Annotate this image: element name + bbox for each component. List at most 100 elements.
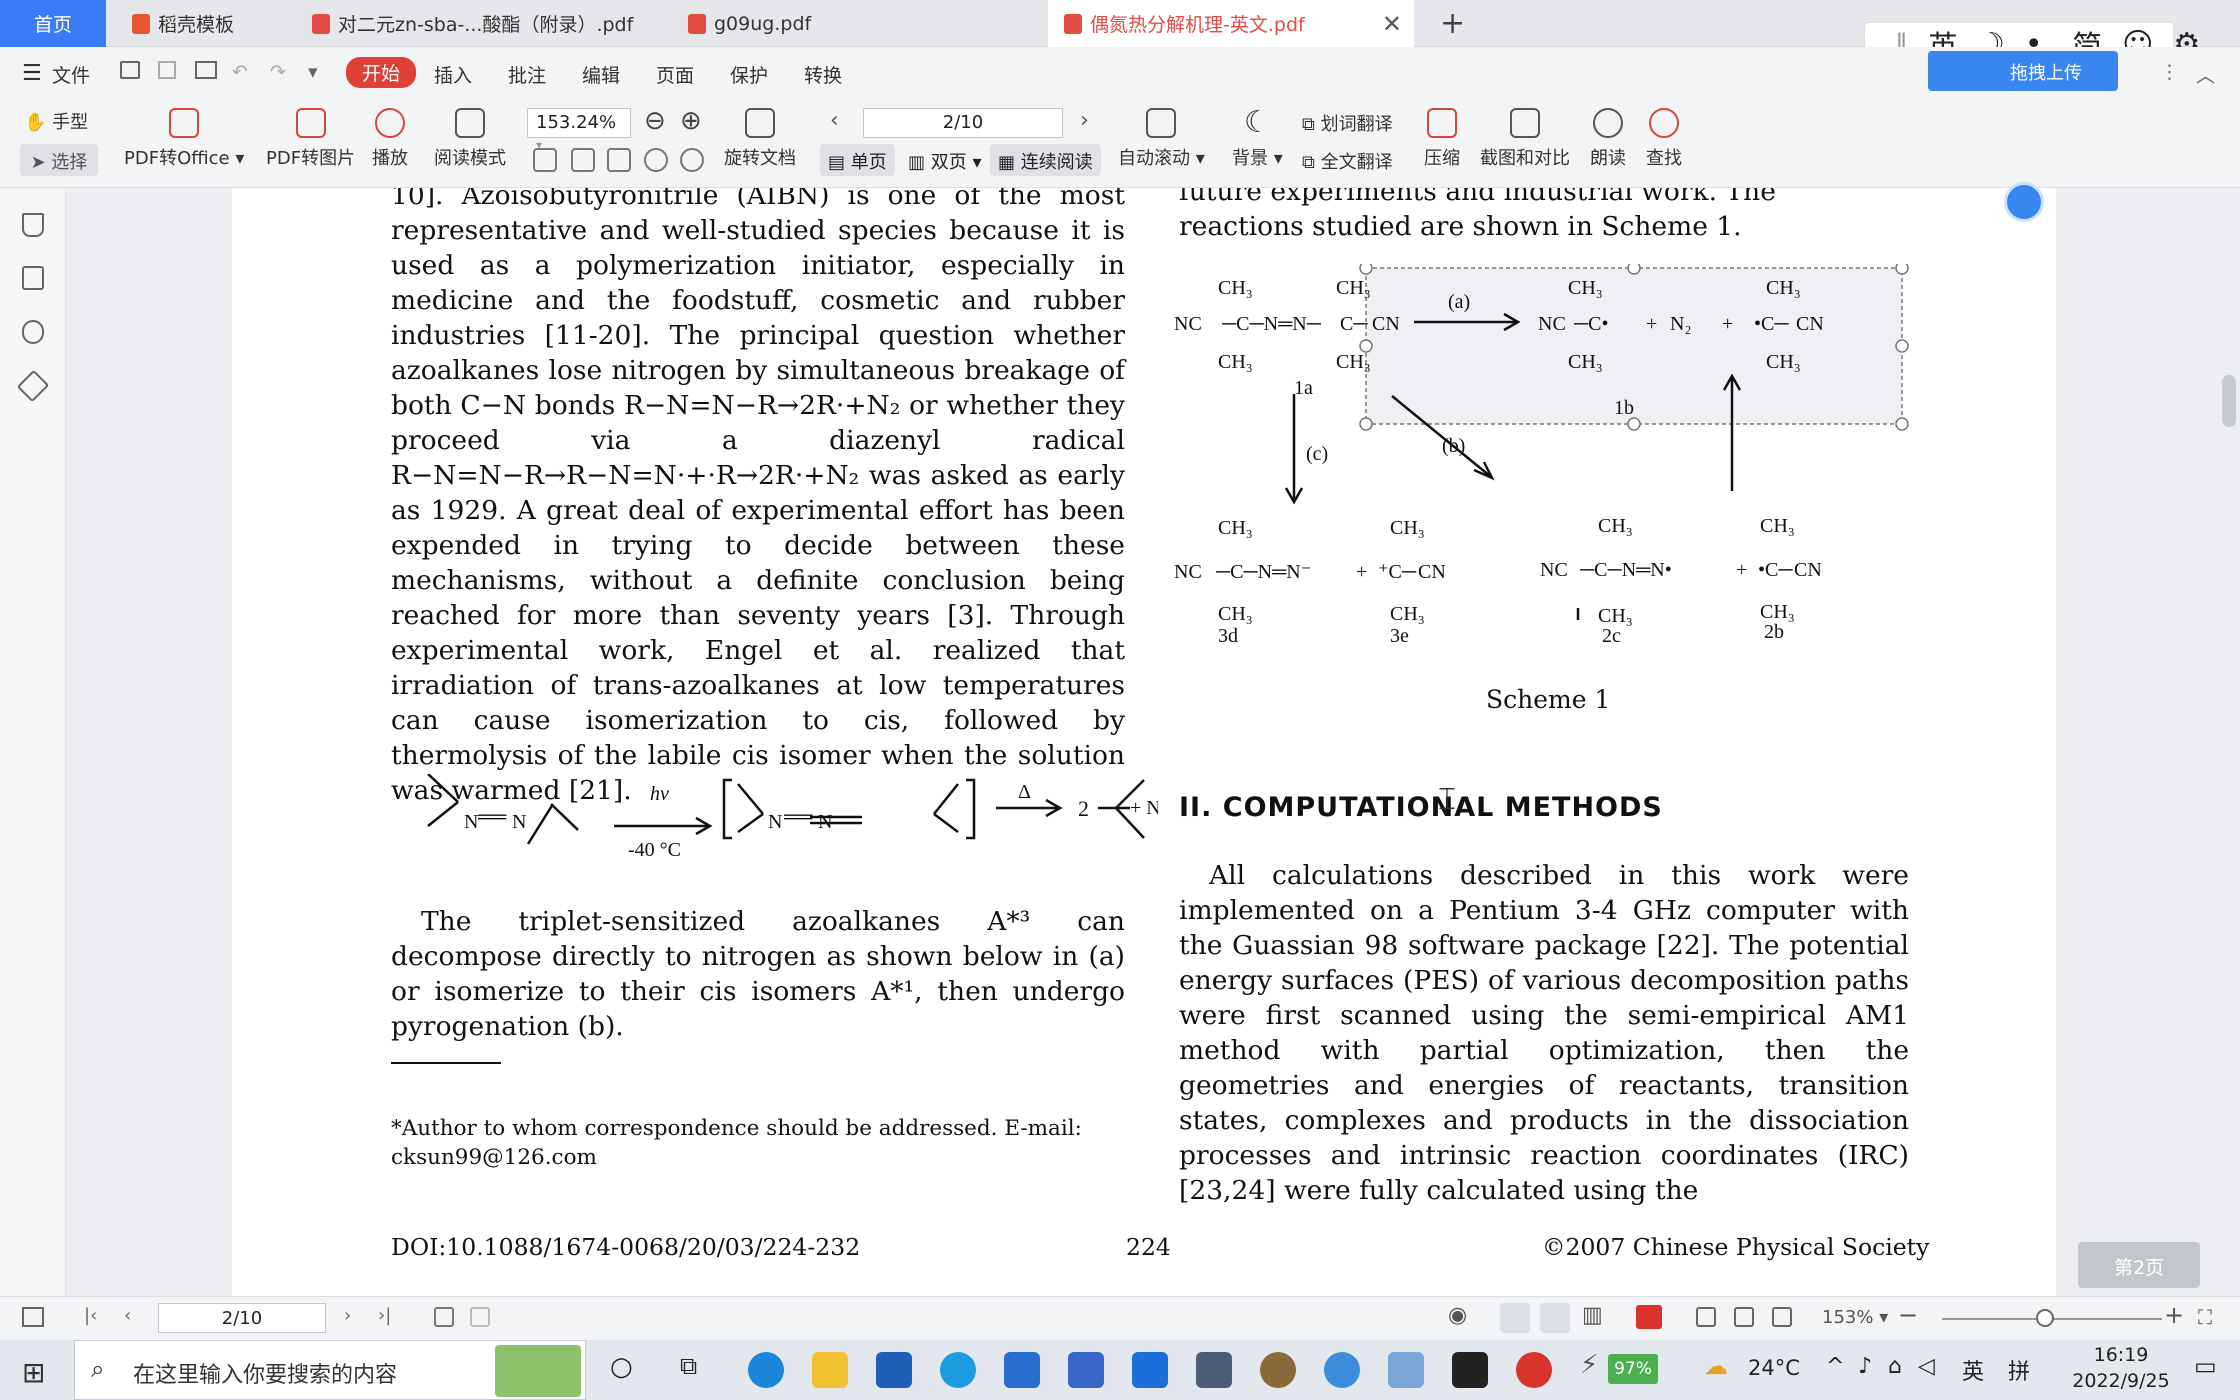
notification-icon[interactable]: ▭ [2194, 1352, 2217, 1380]
menu-start[interactable]: 开始 [346, 57, 417, 88]
selection-handle[interactable] [1895, 417, 1909, 431]
app-icon[interactable] [1068, 1352, 1104, 1388]
fit-width-icon[interactable] [533, 148, 557, 172]
double-page-toggle[interactable]: ▥ 双页 ▾ [900, 144, 990, 176]
single-page-toggle[interactable]: ▤ 单页 [820, 144, 895, 176]
menu-file[interactable]: 文件 [52, 61, 90, 88]
read-aloud-button[interactable]: 朗读 [1590, 108, 1626, 170]
status-page-input[interactable]: 2/10 [158, 1303, 326, 1333]
continuous-read-toggle[interactable]: ▦ 连续阅读 [990, 144, 1101, 176]
next-page-icon[interactable]: › [344, 1305, 351, 1326]
cortana-icon[interactable]: ○ [610, 1352, 633, 1382]
selection-handle[interactable] [1359, 417, 1373, 431]
background-button[interactable]: ☾ 背景 ▾ [1232, 108, 1283, 170]
rotate-doc-button[interactable]: 旋转文档 [724, 108, 796, 170]
file-explorer-icon[interactable] [812, 1352, 848, 1388]
selection-handle[interactable] [1627, 417, 1641, 431]
full-translate-button[interactable]: ⧉ 全文翻译 [1302, 148, 1393, 174]
last-page-icon[interactable]: ›| [378, 1305, 391, 1326]
fit-width-icon[interactable] [1696, 1307, 1716, 1327]
thumbnail-icon[interactable] [22, 266, 44, 290]
shield-icon[interactable] [1452, 1352, 1488, 1388]
ime-pinyin[interactable]: 拼 [2008, 1354, 2030, 1386]
read-mode-button[interactable]: 阅读模式 [434, 108, 506, 170]
save-icon[interactable] [158, 61, 176, 79]
redo-icon[interactable]: ↷ [270, 61, 286, 83]
windows-start-icon[interactable]: ⊞ [22, 1356, 45, 1389]
task-view-icon[interactable]: ⧉ [680, 1352, 697, 1380]
weather-icon[interactable]: ☁ [1704, 1352, 1728, 1380]
app-icon[interactable] [1260, 1352, 1296, 1388]
selection-handle[interactable] [1895, 264, 1909, 275]
play-slide-icon[interactable] [1636, 1305, 1662, 1329]
actual-size-icon[interactable] [1772, 1307, 1792, 1327]
microphone-icon[interactable]: ♪ [1858, 1354, 1872, 1379]
collapse-icon[interactable]: ︿ [2196, 61, 2215, 88]
prev-page-icon[interactable]: ‹ [124, 1305, 131, 1326]
edge-icon[interactable] [748, 1352, 784, 1388]
menu-convert[interactable]: 转换 [804, 61, 842, 88]
status-zoom[interactable]: 153% ▾ [1822, 1307, 1888, 1328]
first-page-icon[interactable]: |‹ [84, 1305, 97, 1326]
next-page-icon[interactable]: › [1080, 108, 1089, 133]
wps-icon[interactable] [1132, 1352, 1168, 1388]
undo-icon[interactable]: ↶ [232, 61, 248, 83]
ime-language[interactable]: 英 [1962, 1354, 1984, 1386]
app-icon[interactable] [1324, 1352, 1360, 1388]
menu-annotate[interactable]: 批注 [508, 61, 546, 88]
fit-page-icon[interactable] [571, 148, 595, 172]
network-icon[interactable]: ⌂ [1888, 1354, 1902, 1379]
screenshot-compare-button[interactable]: 截图和对比 [1480, 108, 1570, 170]
word-translate-button[interactable]: ⧉ 划词翻译 [1302, 110, 1393, 136]
single-view-icon[interactable] [1500, 1303, 1530, 1333]
bookmark-icon[interactable] [22, 213, 44, 237]
zoom-slider-thumb[interactable] [2036, 1309, 2054, 1327]
tab-templates[interactable]: 稻壳模板 [116, 0, 286, 47]
select-tool[interactable]: ➤ 选择 [20, 144, 98, 176]
rotate-left-icon[interactable] [644, 148, 668, 172]
mail-icon[interactable] [1004, 1352, 1040, 1388]
chevron-up-icon[interactable]: ^ [1826, 1354, 1844, 1379]
sidebar-toggle-icon[interactable] [22, 1307, 44, 1327]
power-icon[interactable]: ⚡ [1580, 1350, 1598, 1380]
menu-insert[interactable]: 插入 [434, 61, 472, 88]
app-icon[interactable] [1388, 1352, 1424, 1388]
attachment-icon[interactable] [22, 320, 44, 344]
taskbar-search[interactable]: ⌕ 在这里输入你要搜索的内容 [74, 1340, 586, 1400]
forward-icon[interactable] [470, 1307, 490, 1327]
hamburger-icon[interactable]: ☰ [22, 61, 42, 86]
menu-protect[interactable]: 保护 [730, 61, 768, 88]
clock-time[interactable]: 16:19 [2080, 1344, 2162, 1366]
close-tab-icon[interactable]: ✕ [1382, 10, 1402, 38]
battery-indicator[interactable]: 97% [1608, 1354, 1658, 1384]
eye-icon[interactable]: ◉ [1448, 1303, 1467, 1328]
volume-icon[interactable]: ◁ [1918, 1354, 1935, 1379]
pdf-to-office-button[interactable]: PDF转Office ▾ [124, 108, 244, 170]
open-folder-icon[interactable] [120, 61, 140, 79]
zoom-out-icon[interactable]: − [1898, 1301, 1918, 1329]
rotate-right-icon[interactable] [680, 148, 704, 172]
selection-handle[interactable] [1359, 264, 1373, 275]
zoom-in-icon[interactable]: ⊕ [680, 106, 702, 136]
zoom-in-icon[interactable]: + [2164, 1301, 2184, 1329]
menu-page[interactable]: 页面 [656, 61, 694, 88]
compress-button[interactable]: 压缩 [1424, 108, 1460, 170]
temperature[interactable]: 24°C [1748, 1356, 1800, 1380]
back-icon[interactable] [434, 1307, 454, 1327]
pdf-to-image-button[interactable]: PDF转图片 [266, 108, 355, 170]
wps-pdf-icon[interactable] [1516, 1352, 1552, 1388]
ai-assistant-icon[interactable] [2004, 182, 2044, 222]
print-icon[interactable] [195, 61, 217, 79]
zoom-select[interactable]: 153.24% ▾ [527, 108, 631, 152]
selection-handle[interactable] [1895, 339, 1909, 353]
app-icon[interactable] [1196, 1352, 1232, 1388]
continuous-view-icon[interactable] [1540, 1303, 1570, 1333]
new-tab-button[interactable]: + [1440, 6, 1465, 41]
scrollbar-thumb[interactable] [2222, 375, 2236, 427]
tab-pdf-1[interactable]: 对二元zn-sba-...酸酯（附录）.pdf [296, 0, 662, 47]
fit-page-icon[interactable] [1734, 1307, 1754, 1327]
tab-pdf-2[interactable]: g09ug.pdf [672, 0, 1038, 47]
hand-tool[interactable]: ✋ 手型 [24, 108, 88, 134]
clock-date[interactable]: 2022/9/25 [2056, 1370, 2186, 1392]
page-input[interactable]: 2/10 [863, 108, 1063, 138]
